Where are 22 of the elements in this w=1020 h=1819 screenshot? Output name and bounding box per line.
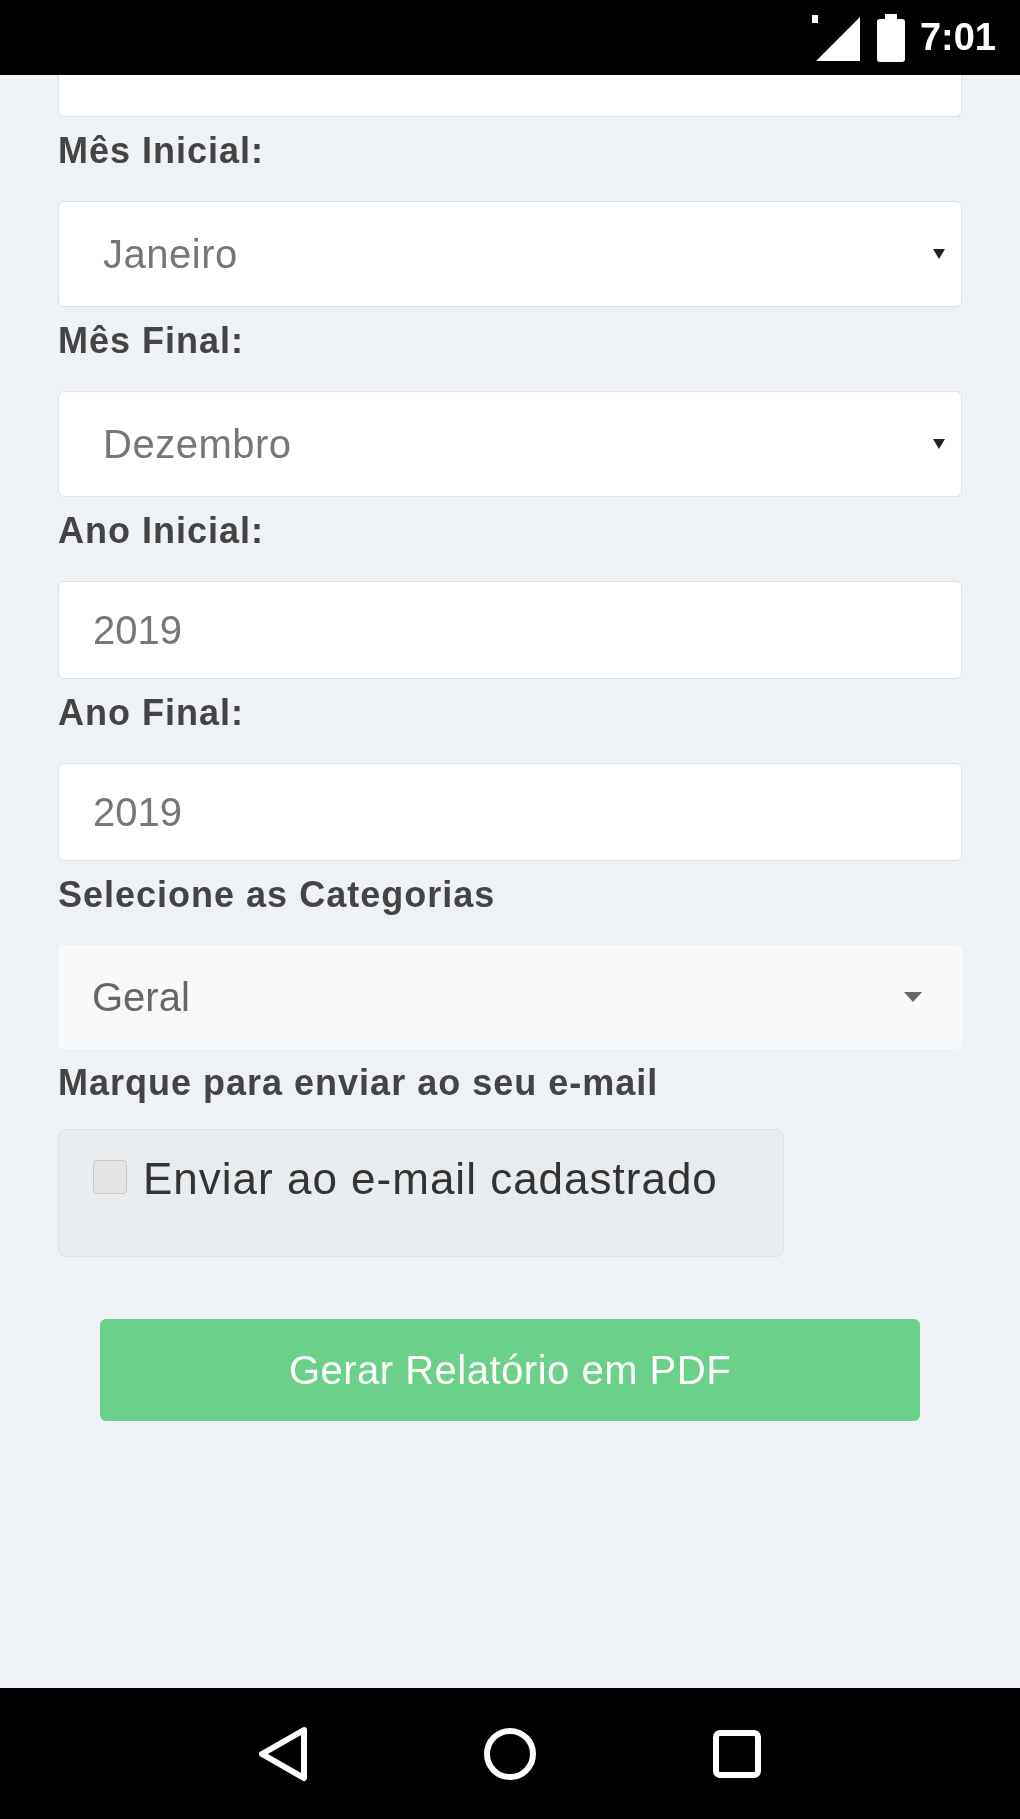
caret-icon: [904, 992, 922, 1002]
field-label: Ano Inicial:: [58, 509, 264, 553]
recents-icon[interactable]: [712, 1728, 763, 1779]
select-field[interactable]: Dezembro: [58, 391, 962, 497]
back-icon[interactable]: [257, 1725, 308, 1782]
checkbox[interactable]: [93, 1160, 127, 1194]
field-label: Mês Inicial:: [58, 129, 265, 173]
signal-icon: [811, 14, 862, 61]
dropdown-arrow-icon: [933, 249, 945, 259]
field-label: Ano Final:: [58, 691, 244, 735]
email-label: Marque para enviar ao seu e-mail: [58, 1061, 659, 1105]
category-dropdown[interactable]: Geral: [58, 945, 962, 1049]
select-field[interactable]: Janeiro: [58, 201, 962, 307]
battery-icon: [875, 13, 906, 62]
checkbox-label: Enviar ao e-mail cadastrado: [143, 1156, 718, 1202]
input-field[interactable]: 2019: [58, 581, 962, 679]
home-icon[interactable]: [483, 1726, 537, 1781]
field-label: Selecione as Categorias: [58, 873, 496, 917]
input-field[interactable]: 2019: [58, 763, 962, 861]
field-label: Mês Final:: [58, 319, 245, 363]
dropdown-arrow-icon: [933, 439, 945, 449]
status-time: 7:01: [919, 15, 996, 60]
